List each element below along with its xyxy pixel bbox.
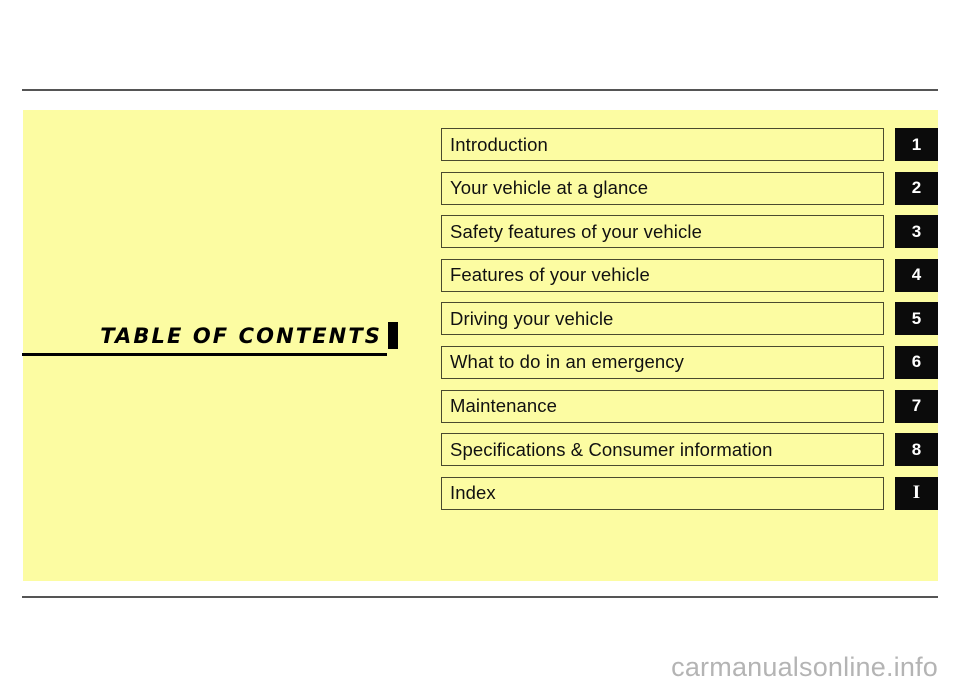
table-row[interactable]: Index I xyxy=(441,476,938,510)
chapter-label[interactable]: What to do in an emergency xyxy=(441,345,884,379)
table-of-contents-list: Introduction 1 Your vehicle at a glance … xyxy=(441,128,938,520)
chapter-label[interactable]: Introduction xyxy=(441,128,884,161)
chapter-label[interactable]: Specifications & Consumer information xyxy=(441,433,884,467)
page-title: TABLE OF CONTENTS xyxy=(100,324,382,348)
page-bottom-rule xyxy=(22,596,938,598)
title-underline xyxy=(22,353,387,356)
chapter-label[interactable]: Driving your vehicle xyxy=(441,302,884,336)
title-square-marker-icon xyxy=(388,322,398,349)
chapter-badge[interactable]: 4 xyxy=(895,258,938,292)
chapter-badge[interactable]: 5 xyxy=(895,302,938,336)
table-row[interactable]: Features of your vehicle 4 xyxy=(441,258,938,292)
chapter-badge[interactable]: 1 xyxy=(895,128,938,161)
page-top-rule xyxy=(22,89,938,91)
title-row: TABLE OF CONTENTS xyxy=(22,310,398,350)
table-row[interactable]: Safety features of your vehicle 3 xyxy=(441,215,938,249)
chapter-badge[interactable]: 3 xyxy=(895,215,938,249)
chapter-badge[interactable]: 2 xyxy=(895,171,938,205)
table-row[interactable]: Maintenance 7 xyxy=(441,389,938,423)
chapter-label[interactable]: Index xyxy=(441,476,884,510)
chapter-badge[interactable]: 7 xyxy=(895,389,938,423)
chapter-label[interactable]: Features of your vehicle xyxy=(441,258,884,292)
table-row[interactable]: What to do in an emergency 6 xyxy=(441,345,938,379)
table-row[interactable]: Specifications & Consumer information 8 xyxy=(441,433,938,467)
table-row[interactable]: Your vehicle at a glance 2 xyxy=(441,171,938,205)
chapter-label[interactable]: Your vehicle at a glance xyxy=(441,171,884,205)
chapter-label[interactable]: Safety features of your vehicle xyxy=(441,215,884,249)
chapter-badge[interactable]: 6 xyxy=(895,345,938,379)
table-row[interactable]: Driving your vehicle 5 xyxy=(441,302,938,336)
chapter-label[interactable]: Maintenance xyxy=(441,389,884,423)
table-row[interactable]: Introduction 1 xyxy=(441,128,938,161)
chapter-badge[interactable]: I xyxy=(895,476,938,510)
chapter-badge[interactable]: 8 xyxy=(895,433,938,467)
manual-page: TABLE OF CONTENTS Introduction 1 Your ve… xyxy=(0,0,960,689)
table-of-contents-title-block: TABLE OF CONTENTS xyxy=(22,310,422,370)
table-of-contents-panel: TABLE OF CONTENTS Introduction 1 Your ve… xyxy=(22,110,938,581)
watermark: carmanualsonline.info xyxy=(671,652,938,682)
